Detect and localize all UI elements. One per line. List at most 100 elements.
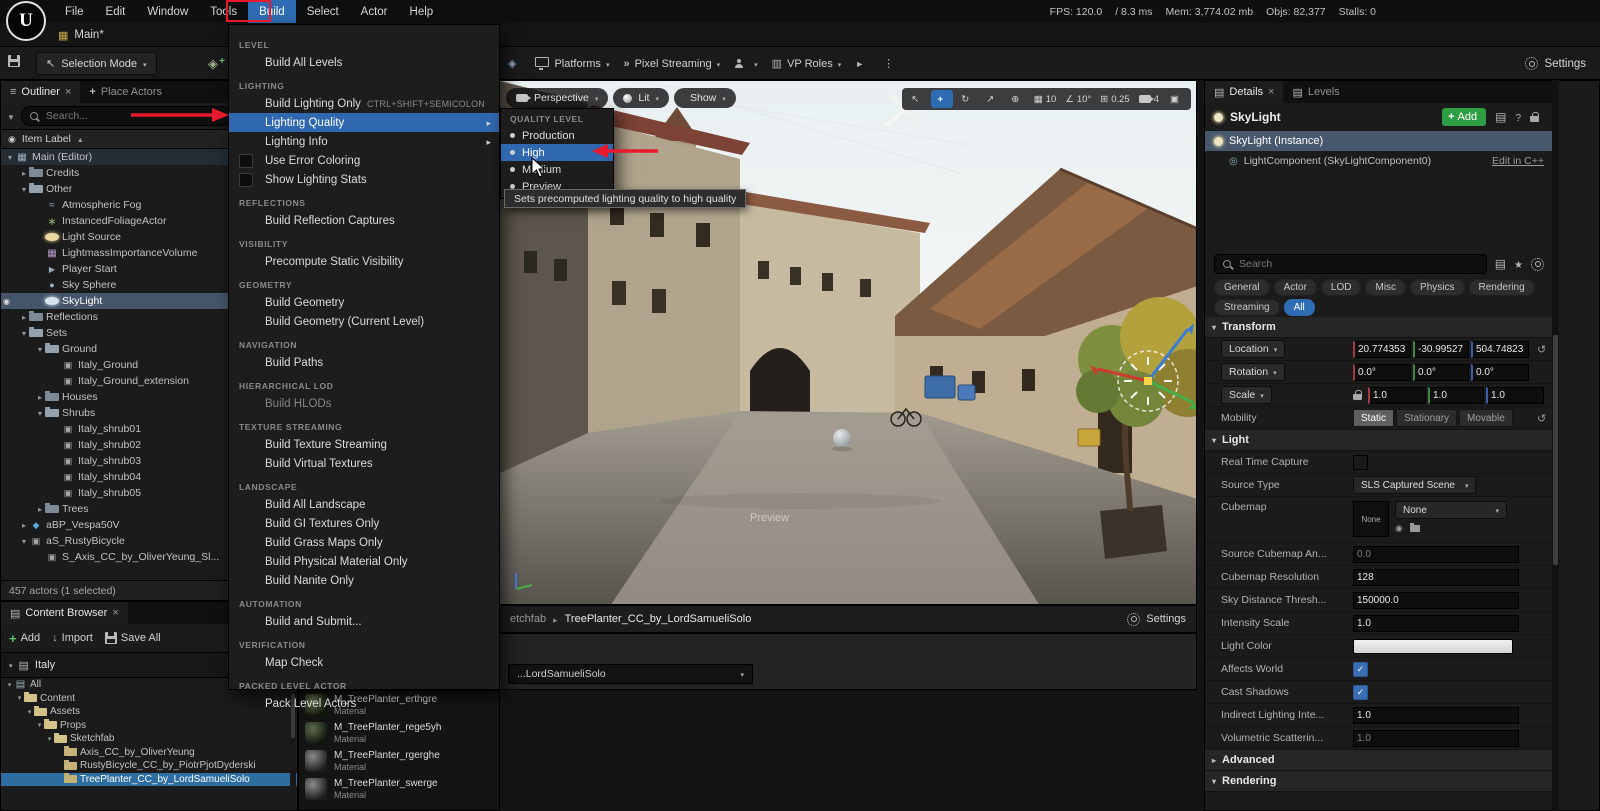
color-swatch[interactable] bbox=[1353, 639, 1513, 654]
item-label-column-header[interactable]: Item Label bbox=[1, 129, 237, 149]
z-value-field[interactable]: 0.0° bbox=[1471, 364, 1529, 381]
filter-chip[interactable]: Rendering bbox=[1469, 279, 1535, 296]
menu-item[interactable]: Build Lighting Only CTRL+SHIFT+SEMICOLON bbox=[229, 94, 499, 113]
viewport-menu-pill[interactable]: Show bbox=[674, 88, 736, 108]
visibility-column-icon[interactable] bbox=[8, 133, 16, 145]
expander-icon[interactable] bbox=[5, 153, 15, 162]
number-field[interactable]: 0.0 bbox=[1353, 546, 1519, 563]
lock-icon[interactable] bbox=[1530, 112, 1540, 123]
filter-chip[interactable]: Streaming bbox=[1214, 299, 1280, 316]
z-value-field[interactable]: 504.74823 bbox=[1471, 341, 1529, 358]
reset-to-default-icon[interactable] bbox=[1537, 412, 1553, 425]
expander-icon[interactable] bbox=[35, 409, 45, 418]
expander-icon[interactable] bbox=[19, 537, 29, 546]
x-value-field[interactable]: 0.0° bbox=[1353, 364, 1411, 381]
menu-item[interactable]: Map Check bbox=[229, 653, 499, 672]
tab-place-actors[interactable]: Place Actors bbox=[80, 81, 171, 103]
menu-item[interactable]: Show Lighting Stats bbox=[229, 170, 499, 189]
viewport-tool-button[interactable] bbox=[981, 90, 1003, 108]
x-value-field[interactable]: 20.774353 bbox=[1353, 341, 1411, 358]
add-component-button[interactable]: Add bbox=[1442, 108, 1486, 126]
expander-icon[interactable] bbox=[35, 393, 45, 402]
filter-chip[interactable]: Physics bbox=[1410, 279, 1464, 296]
current-level-breadcrumb[interactable]: Main* bbox=[58, 23, 104, 47]
reset-to-default-icon[interactable] bbox=[1537, 343, 1553, 356]
checkbox[interactable] bbox=[239, 154, 253, 168]
scrollbar[interactable] bbox=[1552, 80, 1559, 811]
viewport-tool-button[interactable]: 10 bbox=[1031, 90, 1060, 108]
outliner-row[interactable]: Credits bbox=[1, 165, 237, 181]
quick-add-button[interactable] bbox=[201, 54, 225, 74]
filter-icon[interactable] bbox=[7, 109, 15, 123]
viewport-menu-pill[interactable]: Lit bbox=[613, 88, 669, 108]
number-field[interactable]: 1.0 bbox=[1353, 615, 1519, 632]
save-button[interactable] bbox=[8, 55, 20, 67]
viewport-menu-pill[interactable]: Perspective bbox=[506, 88, 608, 108]
y-value-field[interactable]: 0.0° bbox=[1413, 364, 1469, 381]
outliner-row[interactable]: Houses bbox=[1, 389, 237, 405]
menu-item[interactable]: Build Geometry (Current Level) bbox=[229, 312, 499, 331]
details-section-header[interactable]: Light bbox=[1205, 430, 1553, 451]
close-tab-icon[interactable] bbox=[1268, 86, 1274, 98]
viewport-tool-button[interactable]: 4 bbox=[1136, 90, 1162, 108]
outliner-row[interactable]: Italy_shrub01 bbox=[1, 421, 237, 437]
viewport-tool-button[interactable] bbox=[931, 90, 953, 108]
breadcrumb-prefix[interactable]: etchfab bbox=[510, 613, 546, 625]
toolbar-button[interactable] bbox=[734, 58, 758, 70]
content-settings-button[interactable]: Settings bbox=[1127, 613, 1186, 626]
filter-chip[interactable]: All bbox=[1284, 299, 1315, 316]
menu-item[interactable]: Build Reflection Captures bbox=[229, 211, 499, 230]
expander-icon[interactable] bbox=[19, 313, 29, 322]
folder-tree-row[interactable]: Axis_CC_by_OliverYeung bbox=[1, 746, 297, 760]
browse-icon[interactable] bbox=[1495, 110, 1506, 124]
viewport-tool-button[interactable]: 0.25 bbox=[1097, 90, 1132, 108]
menu-item[interactable]: Lighting Info bbox=[229, 132, 499, 151]
outliner-row[interactable]: Italy_shrub03 bbox=[1, 453, 237, 469]
gear-icon[interactable] bbox=[1531, 258, 1544, 271]
menu-item[interactable]: Use Error Coloring bbox=[229, 151, 499, 170]
favorites-icon[interactable] bbox=[1514, 257, 1523, 271]
outliner-row[interactable]: aBP_Vespa50V bbox=[1, 517, 237, 533]
display-options-icon[interactable] bbox=[1495, 257, 1506, 271]
expander-icon[interactable] bbox=[25, 708, 34, 716]
outliner-row[interactable]: aS_RustyBicycle bbox=[1, 533, 237, 549]
menu-item[interactable]: Build Texture Streaming bbox=[229, 435, 499, 454]
outliner-row[interactable]: Player Start bbox=[1, 261, 237, 277]
toolbar-button[interactable]: Pixel Streaming bbox=[623, 58, 720, 70]
cubemap-dropdown[interactable]: None bbox=[1395, 501, 1507, 519]
close-tab-icon[interactable] bbox=[112, 607, 118, 619]
axis-dropdown[interactable]: Scale bbox=[1221, 386, 1272, 404]
details-section-header[interactable]: Advanced bbox=[1205, 750, 1553, 771]
menu-item[interactable]: Pack Level Actors bbox=[229, 694, 499, 713]
outliner-row[interactable]: Light Source bbox=[1, 229, 237, 245]
outliner-row[interactable]: Italy_shrub02 bbox=[1, 437, 237, 453]
toolbar-button[interactable] bbox=[508, 57, 521, 70]
menu-bar-item[interactable]: Window bbox=[136, 0, 199, 23]
menu-item[interactable]: Build Nanite Only bbox=[229, 571, 499, 590]
outliner-row[interactable]: Italy_Ground_extension bbox=[1, 373, 237, 389]
outliner-row[interactable]: Sky Sphere bbox=[1, 277, 237, 293]
outliner-row[interactable]: Sets bbox=[1, 325, 237, 341]
folder-tree-row[interactable]: Sketchfab bbox=[1, 732, 297, 746]
outliner-row[interactable]: Trees bbox=[1, 501, 237, 517]
mobility-stationary-button[interactable]: Stationary bbox=[1396, 409, 1457, 427]
menu-item[interactable]: Build Geometry bbox=[229, 293, 499, 312]
filter-chip[interactable]: Misc bbox=[1365, 279, 1406, 296]
y-value-field[interactable]: 1.0 bbox=[1428, 387, 1484, 404]
menu-bar-item[interactable]: Edit bbox=[95, 0, 137, 23]
help-icon[interactable] bbox=[1515, 110, 1521, 124]
filter-chip[interactable]: General bbox=[1214, 279, 1270, 296]
breadcrumb-current[interactable]: TreePlanter_CC_by_LordSamueliSolo bbox=[565, 613, 752, 625]
close-tab-icon[interactable] bbox=[65, 86, 71, 98]
visibility-eye-icon[interactable] bbox=[3, 295, 10, 307]
details-search-input[interactable]: Search bbox=[1214, 254, 1487, 274]
details-section-header[interactable]: Transform bbox=[1205, 317, 1553, 338]
instance-row[interactable]: SkyLight (Instance) bbox=[1205, 131, 1553, 151]
asset-item[interactable]: M_TreePlanter_swerge Material bbox=[299, 775, 499, 803]
toolbar-button[interactable]: VP Roles bbox=[772, 57, 842, 70]
outliner-row[interactable]: Other bbox=[1, 181, 237, 197]
expander-icon[interactable] bbox=[35, 505, 45, 514]
component-row[interactable]: LightComponent (SkyLightComponent0) Edit… bbox=[1205, 151, 1553, 171]
number-field[interactable]: 128 bbox=[1353, 569, 1519, 586]
tab-content-browser[interactable]: Content Browser bbox=[1, 602, 128, 624]
